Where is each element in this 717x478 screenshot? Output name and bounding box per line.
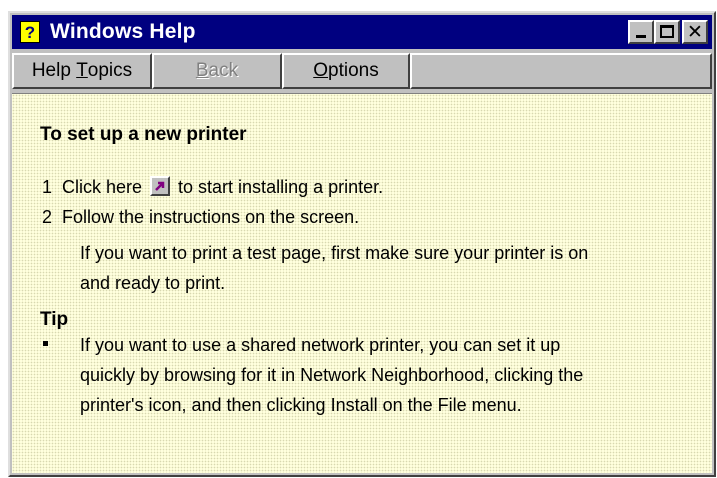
tip-line-2: quickly by browsing for it in Network Ne…: [80, 365, 584, 385]
back-rest: ack: [208, 60, 239, 81]
window-controls: ✕: [628, 20, 708, 44]
step-1-before: Click here: [62, 177, 143, 197]
window-title: Windows Help: [50, 20, 196, 43]
help-book-icon[interactable]: ?: [20, 21, 40, 43]
help-window: ? Windows Help ✕ Help Topics Back Option…: [8, 11, 716, 477]
close-icon: ✕: [687, 20, 703, 43]
tip-line-3: printer's icon, and then clicking Instal…: [80, 395, 522, 415]
button-bar: Help Topics Back Options: [12, 51, 712, 91]
back-accel: B: [195, 60, 209, 81]
options-button[interactable]: Options: [282, 53, 410, 89]
help-topics-prefix: Help: [31, 60, 77, 81]
app-icon-glyph: ?: [24, 22, 36, 42]
minimize-button[interactable]: [628, 20, 654, 44]
tip-line-1: If you want to use a shared network prin…: [80, 335, 561, 355]
note-line-2: and ready to print.: [80, 273, 226, 293]
step-2-number: 2: [42, 207, 53, 227]
step-1: Click here to start installing a printer.: [62, 172, 383, 202]
note-line-1: If you want to print a test page, first …: [80, 243, 589, 263]
maximize-button[interactable]: [654, 20, 680, 44]
options-rest: ptions: [328, 60, 379, 81]
back-button[interactable]: Back: [152, 53, 282, 89]
title-bar[interactable]: ? Windows Help ✕: [12, 15, 712, 49]
help-topics-accel: T: [76, 60, 88, 81]
topic-heading: To set up a new printer: [40, 124, 247, 145]
help-topics-button[interactable]: Help Topics: [12, 53, 152, 89]
help-topics-rest: opics: [87, 60, 133, 81]
shortcut-jump-icon[interactable]: [150, 176, 171, 196]
help-topic-content: To set up a new printer 1 Click here to s…: [12, 93, 712, 473]
tip-heading: Tip: [40, 309, 69, 330]
close-button[interactable]: ✕: [682, 20, 708, 44]
options-accel: O: [313, 60, 329, 81]
step-1-after: to start installing a printer.: [178, 177, 384, 197]
step-1-number: 1: [42, 177, 53, 197]
tip-bullet: [43, 341, 48, 346]
step-2: Follow the instructions on the screen.: [62, 207, 360, 227]
button-bar-filler: [410, 53, 712, 89]
